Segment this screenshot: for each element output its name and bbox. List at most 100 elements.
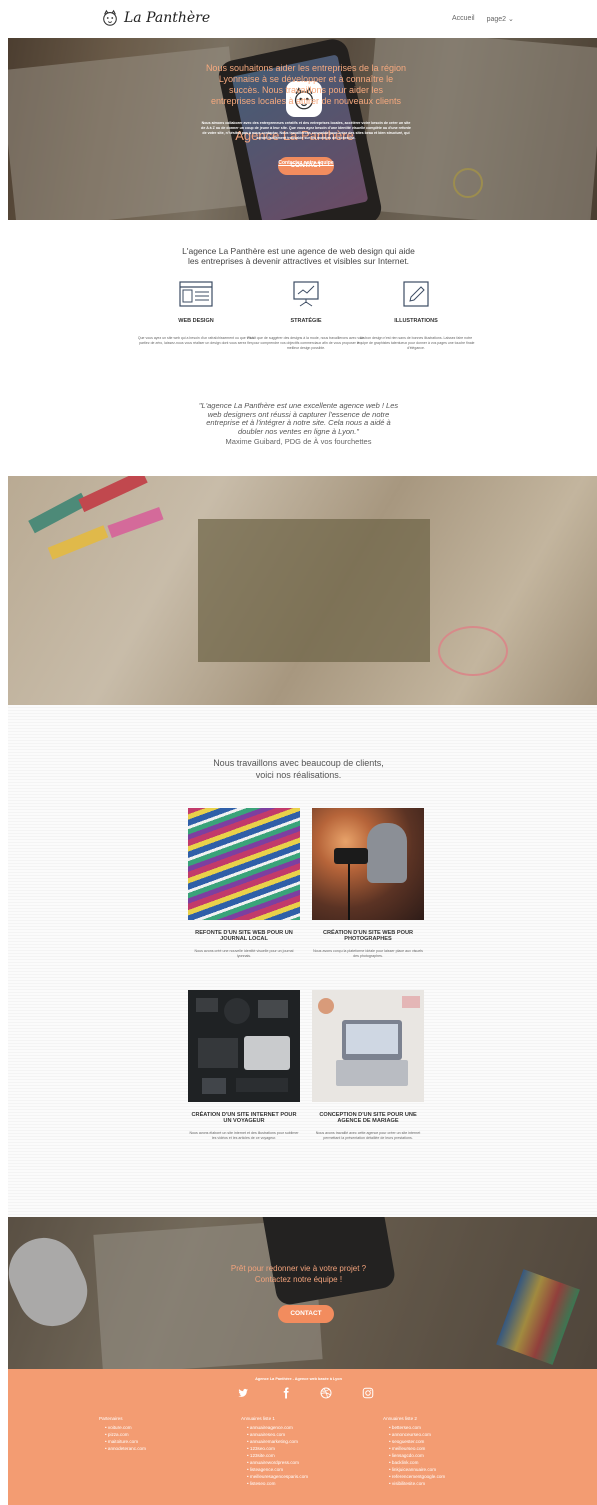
nav-home[interactable]: Accueil (452, 15, 475, 23)
feature-text: Que vous ayez un site web qui a besoin d… (137, 336, 255, 345)
footer-link[interactable]: voiture.com (105, 1424, 229, 1431)
footer-link[interactable]: meilleuresagencesparis.com (247, 1473, 371, 1480)
work-card-photographers[interactable]: CRÉATION D'UN SITE WEB POUR PHOTOGRAPHES… (312, 808, 424, 959)
marker-image (107, 506, 164, 539)
presentation-icon (293, 281, 319, 307)
footer-column-heading: Annuaires liste 1 (241, 1416, 275, 1421)
panther-logo-icon (103, 9, 117, 26)
cta-overlay (8, 1217, 597, 1369)
footer-link[interactable]: liensagcdo.com (389, 1452, 513, 1459)
footer-link[interactable]: listeagence.com (247, 1466, 371, 1473)
footer-link[interactable]: annuaireagence.com (247, 1424, 371, 1431)
instagram-icon[interactable] (362, 1387, 374, 1399)
gadget-shape (202, 1078, 226, 1094)
testimonial-author: Maxime Guibard, PDG de À vos fourchettes (225, 437, 372, 446)
footer-link[interactable]: annodeteranc.com (105, 1445, 229, 1452)
feature-title: WEB DESIGN (178, 318, 214, 324)
laptop-shape (244, 1036, 290, 1070)
mission-section (8, 476, 597, 705)
site-logo[interactable]: La Panthère (101, 9, 210, 27)
work-image-laptop-desk (312, 990, 424, 1102)
footer-link[interactable]: 123site.com (247, 1452, 371, 1459)
feature-title: STRATÉGIE (290, 318, 322, 324)
mission-text: Nous aimons collaborer avec des entrepre… (201, 121, 411, 140)
work-text: Nous avons créé une nouvelle identité vi… (194, 949, 294, 958)
feature-illustrations: ILLUSTRATIONS Un bon design n'est rien s… (356, 281, 476, 351)
nav-page2[interactable]: page2 ⌄ (487, 15, 514, 23)
works-title: Nous travaillons avec beaucoup de client… (0, 757, 597, 781)
work-text: Nous avons travaillé avec cette agence p… (315, 1131, 421, 1140)
cta-contact-button[interactable]: CONTACT (278, 1305, 334, 1323)
doodle-circle (438, 626, 508, 676)
work-title: CONCEPTION D'UN SITE POUR UNE AGENCE DE … (319, 1112, 417, 1124)
footer-link[interactable]: meilleurseo.com (389, 1445, 513, 1452)
footer-column-heading: Partenaires (99, 1416, 123, 1421)
mission-title-line: Lyonnaise à se développer et à connaître… (218, 74, 394, 84)
keyboard-shape (336, 1060, 408, 1086)
gadget-shape (196, 998, 218, 1012)
work-image-photographer (312, 808, 424, 920)
footer-link[interactable]: seoguester.com (389, 1438, 513, 1445)
cta-line: Prêt pour redonner vie à votre projet ? (230, 1264, 367, 1273)
footer-link[interactable]: 123seo.com (247, 1445, 371, 1452)
footer-link[interactable]: linkjuiceannuaire.com (389, 1466, 513, 1473)
cta-title: Prêt pour redonner vie à votre projet ? … (0, 1263, 597, 1285)
footer-column-directories-2: Annuaires liste 2 betterseo.com annonceu… (383, 1416, 513, 1487)
footer-link[interactable]: listeseo.com (247, 1480, 371, 1487)
gadget-shape (198, 1038, 238, 1068)
quote-line: doubler nos ventes en ligne à Lyon." (238, 426, 359, 436)
work-text: Nous avons conçu la plateforme idéale po… (313, 949, 423, 958)
gadget-shape (224, 998, 250, 1024)
work-card-traveler[interactable]: CRÉATION D'UN SITE INTERNET POUR UN VOYA… (188, 990, 300, 1141)
facebook-icon[interactable] (280, 1387, 292, 1399)
work-card-wedding[interactable]: CONCEPTION D'UN SITE POUR UNE AGENCE DE … (312, 990, 424, 1141)
intro-line-2: les entreprises à devenir attractives et… (187, 256, 410, 266)
footer-link[interactable]: referencementgoogle.com (389, 1473, 513, 1480)
site-header: La Panthère Accueil page2 ⌄ (0, 0, 597, 38)
footer-link[interactable]: pizza.com (105, 1431, 229, 1438)
footer-link[interactable]: annuairemarketing.com (247, 1438, 371, 1445)
feature-strategy: STRATÉGIE Plutôt que de suggérer des des… (246, 281, 366, 351)
footer-link-list: voiture.com pizza.com maitoiture.com ann… (105, 1424, 229, 1452)
works-title-line: voici nos réalisations. (255, 770, 342, 780)
camera-shape (334, 848, 368, 864)
cta-line: Contactez notre équipe ! (254, 1275, 343, 1284)
marker-image (78, 476, 148, 513)
footer-link[interactable]: annuaireseo.com (247, 1431, 371, 1438)
mission-contact-link[interactable]: Contactez notre équipe (190, 160, 422, 166)
main-nav: Accueil page2 ⌄ (452, 15, 514, 23)
mission-title-line: succès. Nous travaillons pour aider les (228, 85, 384, 95)
work-title: CRÉATION D'UN SITE WEB POUR PHOTOGRAPHES (322, 930, 414, 942)
work-title: CRÉATION D'UN SITE INTERNET POUR UN VOYA… (191, 1112, 297, 1124)
person-shape (367, 823, 407, 883)
footer-column-partners: Partenaires voiture.com pizza.com maitoi… (99, 1416, 229, 1452)
mission-title-line: entreprises locales à attirer de nouveau… (210, 96, 402, 106)
footer-column-heading: Annuaires liste 2 (383, 1416, 417, 1421)
footer-link[interactable]: annuairewordpress.com (247, 1459, 371, 1466)
footer-column-directories-1: Annuaires liste 1 annuaireagence.com ann… (241, 1416, 371, 1487)
footer-link-list: annuaireagence.com annuaireseo.com annua… (247, 1424, 371, 1487)
work-text: Nous avons élaboré un site internet et d… (189, 1131, 299, 1140)
work-title: REFONTE D'UN SITE WEB POUR UN JOURNAL LO… (195, 930, 293, 942)
work-card-journal[interactable]: REFONTE D'UN SITE WEB POUR UN JOURNAL LO… (188, 808, 300, 959)
footer-link-list: betterseo.com annonceurseo.com seogueste… (389, 1424, 513, 1487)
dribbble-icon[interactable] (320, 1387, 332, 1399)
gadget-shape (258, 1000, 288, 1018)
cta-section (8, 1217, 597, 1369)
feature-text: Plutôt que de suggérer des designs à la … (247, 336, 365, 350)
testimonial-quote: "L'agence La Panthère est une excellente… (0, 401, 597, 436)
tripod-shape (348, 864, 350, 920)
footer-link[interactable]: annonceurseo.com (389, 1431, 513, 1438)
laptop-screen-shape (346, 1024, 398, 1054)
footer-link[interactable]: betterseo.com (389, 1424, 513, 1431)
feature-text: Un bon design n'est rien sans de bonnes … (357, 336, 475, 350)
footer-link[interactable]: maitoiture.com (105, 1438, 229, 1445)
works-title-line: Nous travaillons avec beaucoup de client… (213, 758, 384, 768)
gadget-shape (236, 1078, 288, 1092)
footer-title: Agence La Panthère - Agence web basée à … (255, 1377, 342, 1381)
footer-link[interactable]: visibilitesite.com (389, 1480, 513, 1487)
work-image-flatlay (188, 990, 300, 1102)
works-section (8, 705, 597, 1217)
twitter-icon[interactable] (237, 1387, 249, 1399)
footer-link[interactable]: backlink.com (389, 1459, 513, 1466)
